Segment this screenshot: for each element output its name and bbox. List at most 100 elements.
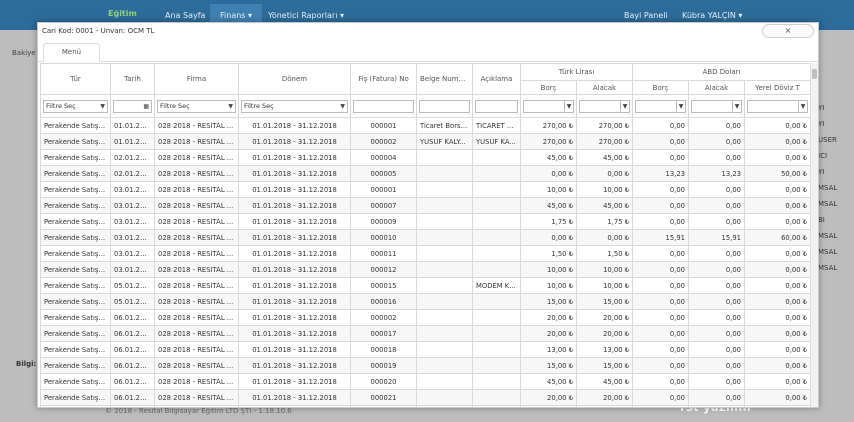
table-row[interactable]: Perakende Satış ... 03.01.2018 028 2018 - … xyxy=(40,245,810,262)
table-cell xyxy=(416,197,473,214)
table-cell: 0,00 xyxy=(632,213,690,230)
nav-ana-sayfa[interactable]: Ana Sayfa xyxy=(165,11,205,20)
col-header-fis-no[interactable]: Fiş (Fatura) No xyxy=(350,63,417,95)
table-cell: 0,00 ₺ xyxy=(744,197,810,214)
table-cell: 0,00 xyxy=(632,181,690,198)
table-cell: 03.01.2018 xyxy=(110,245,155,262)
col-header-firma[interactable]: Firma xyxy=(154,63,239,95)
col-header-yerel-doviz[interactable]: Yerel Döviz T xyxy=(744,80,810,95)
table-cell: 0,00 xyxy=(632,373,690,390)
nav-yonetici-raporlari[interactable]: Yönetici Raporları ▾ xyxy=(268,11,344,20)
filter-tl-alacak-input[interactable]: ▼ xyxy=(579,99,631,113)
filter-tl-borc-input[interactable]: ▼ xyxy=(523,99,574,113)
table-cell: 028 2018 - RESITAL ... xyxy=(154,133,239,150)
table-row[interactable]: Perakende Satış ... 06.01.2018 028 2018 - … xyxy=(40,309,810,326)
filter-belge-no-input[interactable] xyxy=(419,99,470,113)
table-cell: 0,00 xyxy=(688,309,746,326)
table-cell: 0,00 ₺ xyxy=(744,277,810,294)
vertical-scrollbar[interactable] xyxy=(810,63,818,407)
table-row[interactable]: Perakende Satış ... 06.01.2018 028 2018 - … xyxy=(40,325,810,342)
nav-user-menu[interactable]: Kübra YALÇIN ▾ xyxy=(682,11,742,20)
table-cell: 45,00 ₺ xyxy=(520,197,577,214)
chevron-down-icon: ▼ xyxy=(732,100,741,112)
table-cell: 0,00 xyxy=(632,341,690,358)
table-cell: 000009 xyxy=(350,213,417,230)
table-cell xyxy=(416,293,473,310)
table-cell: 45,00 ₺ xyxy=(575,373,634,390)
table-cell: 028 2018 - RESITAL ... xyxy=(154,325,239,342)
filter-aciklama-input[interactable] xyxy=(475,99,518,113)
table-cell: 0,00 xyxy=(632,325,690,342)
table-row[interactable]: Perakende Satış ... 06.01.2018 028 2018 - … xyxy=(40,357,810,374)
table-row[interactable]: Perakende Satış ... 01.01.2018 028 2018 - … xyxy=(40,133,810,150)
table-row[interactable]: Perakende Satış ... 06.01.2018 028 2018 - … xyxy=(40,341,810,358)
table-cell: 20,00 ₺ xyxy=(520,325,577,342)
table-row[interactable]: Perakende Satış ...08.01.2018028 2018 - … xyxy=(40,405,810,407)
table-row[interactable]: Perakende Satış ... 03.01.2018 028 2018 - … xyxy=(40,181,810,198)
table-row[interactable]: Perakende Satış ... 02.01.2018 028 2018 - … xyxy=(40,165,810,182)
col-header-usd-alacak[interactable]: Alacak xyxy=(688,80,746,95)
table-cell xyxy=(416,309,473,326)
table-cell: 028 2018 - RESITAL ... xyxy=(154,357,239,374)
background-list-item: USER xyxy=(818,136,837,144)
background-list-item: YI xyxy=(818,168,825,176)
tab-menu[interactable]: Menü xyxy=(43,43,100,62)
table-cell: 0,00 ₺ xyxy=(575,165,634,182)
scrollbar-thumb[interactable] xyxy=(812,69,817,79)
table-row[interactable]: Perakende Satış ... 06.01.2018 028 2018 - … xyxy=(40,373,810,390)
filter-yerel-doviz-input[interactable]: ▼ xyxy=(747,99,809,113)
filter-donem-select[interactable]: Filtre Seç ▼ xyxy=(241,99,348,113)
table-row[interactable]: Perakende Satış ... 03.01.2018 028 2018 - … xyxy=(40,261,810,278)
col-header-tl-alacak[interactable]: Alacak xyxy=(575,80,634,95)
col-header-tur[interactable]: Tür xyxy=(40,63,111,95)
table-cell: 06.01.2018 xyxy=(110,325,155,342)
col-header-tarih[interactable]: Tarih xyxy=(110,63,155,95)
table-row[interactable]: Perakende Satış ... 02.01.2018 028 2018 - … xyxy=(40,149,810,166)
table-cell xyxy=(472,197,521,214)
table-cell: 20,00 ₺ xyxy=(520,309,577,326)
table-cell xyxy=(472,261,521,278)
table-cell: 03.01.2018 xyxy=(110,261,155,278)
table-row[interactable]: Perakende Satış ... 03.01.2018 028 2018 - … xyxy=(40,197,810,214)
table-cell: Perakende Satış ... xyxy=(40,245,111,262)
table-cell xyxy=(472,181,521,198)
nav-bayi-paneli[interactable]: Bayi Paneli xyxy=(624,11,668,20)
table-cell: 000002 xyxy=(350,309,417,326)
table-cell: 0,00 xyxy=(632,357,690,374)
table-row[interactable]: Perakende Satış ... 01.01.2018 028 2018 - … xyxy=(40,117,810,134)
filter-firma-select[interactable]: Filtre Seç ▼ xyxy=(157,99,236,113)
transactions-table: Tür Tarih Firma Dönem Fiş (Fatura) No Be… xyxy=(40,63,810,407)
table-cell: 15,91 xyxy=(688,229,746,246)
table-cell: 10,00 ₺ xyxy=(520,277,577,294)
col-header-donem[interactable]: Dönem xyxy=(238,63,351,95)
table-cell: 0,00 ₺ xyxy=(744,181,810,198)
filter-firma-label: Filtre Seç xyxy=(160,101,190,110)
filter-fis-no-input[interactable] xyxy=(353,99,414,113)
table-cell xyxy=(472,389,521,406)
table-cell: Perakende Satış ... xyxy=(40,213,111,230)
table-cell: 60,00 ₺ xyxy=(744,229,810,246)
table-cell: 45,00 ₺ xyxy=(520,373,577,390)
table-cell: 0,00 xyxy=(688,245,746,262)
filter-tur-select[interactable]: Filtre Seç ▼ xyxy=(43,99,108,113)
filter-tarih-input[interactable]: ▦ xyxy=(113,99,152,113)
filter-tur-label: Filtre Seç xyxy=(46,101,76,110)
col-header-tl-borc[interactable]: Borç xyxy=(520,80,577,95)
table-cell: 0,00 ₺ xyxy=(744,405,810,407)
col-header-aciklama[interactable]: Açıklama xyxy=(472,63,521,95)
table-cell: 000001 xyxy=(350,181,417,198)
filter-usd-alacak-input[interactable]: ▼ xyxy=(691,99,743,113)
table-row[interactable]: Perakende Satış ... 03.01.2018 028 2018 - … xyxy=(40,229,810,246)
table-cell: Perakende Satış ... xyxy=(40,357,111,374)
table-row[interactable]: Perakende Satış ... 05.01.2018 028 2018 - … xyxy=(40,277,810,294)
col-header-belge-no[interactable]: Belge Numarası xyxy=(416,63,473,95)
table-cell: 01.01.2018 - 31.12.2018 xyxy=(238,229,351,246)
table-row[interactable]: Perakende Satış ... 05.01.2018 028 2018 - … xyxy=(40,293,810,310)
filter-usd-borc-input[interactable]: ▼ xyxy=(635,99,687,113)
table-cell xyxy=(416,325,473,342)
table-cell: Perakende Satış ... xyxy=(40,181,111,198)
table-row[interactable]: Perakende Satış ... 06.01.2018 028 2018 - … xyxy=(40,389,810,406)
col-header-usd-borc[interactable]: Borç xyxy=(632,80,690,95)
table-row[interactable]: Perakende Satış ... 03.01.2018 028 2018 - … xyxy=(40,213,810,230)
close-button[interactable]: × xyxy=(762,24,814,38)
